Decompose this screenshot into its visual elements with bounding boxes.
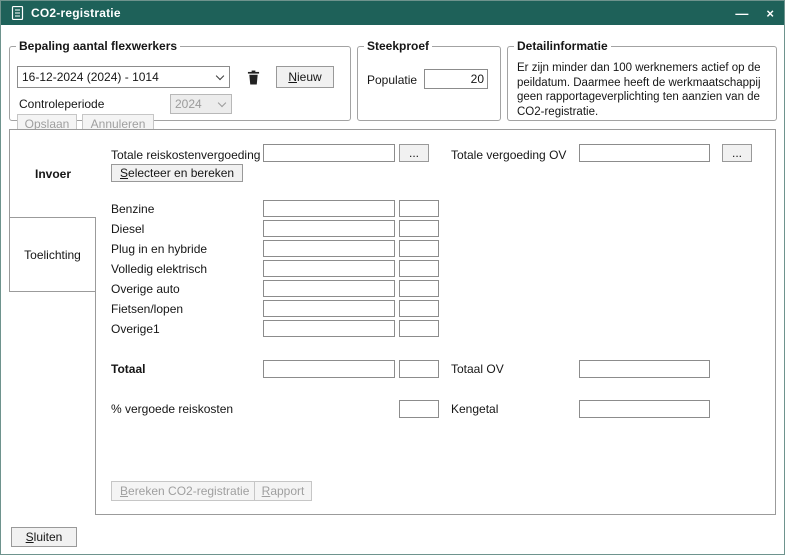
ellipsis-icon: ...	[732, 147, 742, 159]
benzine-label: Benzine	[111, 202, 154, 216]
totaal-ov-label: Totaal OV	[451, 362, 504, 376]
plugin-hybride-secondary-input[interactable]	[399, 240, 439, 257]
group-steekproef-legend: Steekproef	[364, 39, 432, 53]
delete-periode-button[interactable]	[238, 66, 268, 88]
chevron-down-icon	[218, 98, 226, 106]
tab-invoer[interactable]: Invoer	[9, 129, 96, 218]
kengetal-input[interactable]	[579, 400, 710, 418]
totaal-secondary-input[interactable]	[399, 360, 439, 378]
selecteer-en-bereken-button[interactable]: Selecteer en bereken	[111, 164, 243, 182]
totale-ov-more-button[interactable]: ...	[722, 144, 752, 162]
ellipsis-icon: ...	[409, 147, 419, 159]
trash-icon	[247, 70, 260, 85]
populatie-input[interactable]	[424, 69, 488, 89]
totale-reiskosten-input[interactable]	[263, 144, 395, 162]
totaal-input[interactable]	[263, 360, 395, 378]
volledig-elektrisch-secondary-input[interactable]	[399, 260, 439, 277]
pct-vergoede-reiskosten-input[interactable]	[399, 400, 439, 418]
pct-vergoede-reiskosten-label: % vergoede reiskosten	[111, 402, 233, 416]
kengetal-label: Kengetal	[451, 402, 498, 416]
chevron-down-icon	[216, 71, 224, 79]
populatie-label: Populatie	[367, 73, 417, 87]
controleperiode-label: Controleperiode	[19, 97, 104, 111]
rapport-button[interactable]: Rapport	[254, 481, 312, 501]
overige1-label: Overige1	[111, 322, 160, 336]
benzine-input[interactable]	[263, 200, 395, 217]
titlebar: CO2-registratie — ×	[1, 1, 784, 25]
controleperiode-select-value: 2024	[175, 97, 202, 111]
totaal-ov-input[interactable]	[579, 360, 710, 378]
nieuw-button[interactable]: Nieuw	[276, 66, 334, 88]
periode-select[interactable]: 16-12-2024 (2024) - 1014	[17, 66, 230, 88]
group-bepaling-legend: Bepaling aantal flexwerkers	[16, 39, 180, 53]
overige1-input[interactable]	[263, 320, 395, 337]
group-bepaling-flexwerkers: Bepaling aantal flexwerkers 16-12-2024 (…	[9, 39, 351, 121]
volledig-elektrisch-input[interactable]	[263, 260, 395, 277]
fietsen-lopen-label: Fietsen/lopen	[111, 302, 183, 316]
overige-auto-secondary-input[interactable]	[399, 280, 439, 297]
co2-registratie-dialog: CO2-registratie — × Bepaling aantal flex…	[0, 0, 785, 555]
periode-select-value: 16-12-2024 (2024) - 1014	[22, 70, 159, 84]
sluiten-button[interactable]: Sluiten	[11, 527, 77, 547]
group-detail-legend: Detailinformatie	[514, 39, 611, 53]
overige-auto-label: Overige auto	[111, 282, 180, 296]
overige-auto-input[interactable]	[263, 280, 395, 297]
minimize-button[interactable]: —	[735, 7, 748, 20]
overige1-secondary-input[interactable]	[399, 320, 439, 337]
totale-ov-input[interactable]	[579, 144, 710, 162]
detail-info-text: Er zijn minder dan 100 werknemers actief…	[517, 61, 771, 119]
benzine-secondary-input[interactable]	[399, 200, 439, 217]
document-icon	[11, 6, 24, 20]
diesel-secondary-input[interactable]	[399, 220, 439, 237]
group-detailinformatie: Detailinformatie Er zijn minder dan 100 …	[507, 39, 777, 121]
tab-toelichting-label: Toelichting	[24, 248, 81, 262]
close-button[interactable]: ×	[766, 7, 774, 20]
totale-reiskosten-label: Totale reiskostenvergoeding	[111, 148, 260, 162]
plugin-hybride-input[interactable]	[263, 240, 395, 257]
diesel-input[interactable]	[263, 220, 395, 237]
totaal-label: Totaal	[111, 362, 145, 376]
diesel-label: Diesel	[111, 222, 144, 236]
window-controls: — ×	[735, 7, 774, 20]
totale-reiskosten-more-button[interactable]: ...	[399, 144, 429, 162]
totale-ov-label: Totale vergoeding OV	[451, 148, 566, 162]
fietsen-lopen-secondary-input[interactable]	[399, 300, 439, 317]
tab-toelichting[interactable]: Toelichting	[9, 217, 95, 292]
tab-invoer-label: Invoer	[35, 167, 71, 181]
group-steekproef: Steekproef Populatie	[357, 39, 501, 121]
plugin-hybride-label: Plug in en hybride	[111, 242, 207, 256]
window-title: CO2-registratie	[31, 6, 121, 20]
fietsen-lopen-input[interactable]	[263, 300, 395, 317]
volledig-elektrisch-label: Volledig elektrisch	[111, 262, 207, 276]
controleperiode-select[interactable]: 2024	[170, 94, 232, 114]
bereken-co2-registratie-button[interactable]: Bereken CO2-registratie	[111, 481, 258, 501]
